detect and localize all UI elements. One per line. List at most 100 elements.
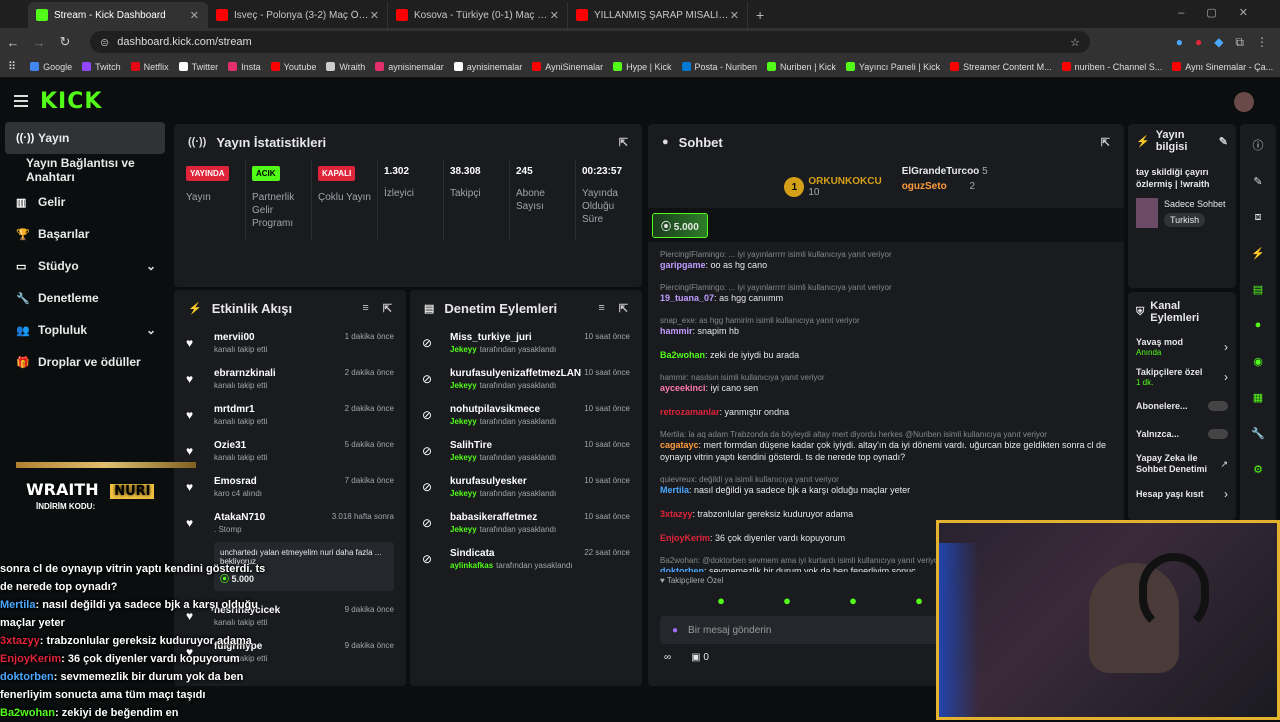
channel-action-item[interactable]: Hesap yaşı kısıt › bbox=[1128, 480, 1236, 508]
sidebar-item[interactable]: 👥 Topluluk ⌄ bbox=[0, 314, 170, 346]
toggle-switch[interactable] bbox=[1208, 429, 1228, 439]
activity-user[interactable]: Ozie31 bbox=[214, 440, 246, 451]
banned-user[interactable]: kurufasulyesker bbox=[450, 476, 527, 487]
chat-username[interactable]: 3xtazyy bbox=[660, 509, 693, 519]
chat-username[interactable]: retrozamanlar bbox=[660, 407, 720, 417]
tab-close-icon[interactable]: ✕ bbox=[550, 9, 559, 22]
sidebar-item[interactable]: ▥ Gelir bbox=[0, 186, 170, 218]
popout-icon[interactable]: ⇱ bbox=[383, 302, 392, 315]
new-tab-icon[interactable]: + bbox=[756, 7, 764, 23]
chevron-right-icon[interactable]: › bbox=[1224, 370, 1228, 384]
sidebar-item[interactable]: 🏆 Başarılar bbox=[0, 218, 170, 250]
tab-close-icon[interactable]: ✕ bbox=[730, 9, 739, 22]
banned-user[interactable]: babasikeraffetmez bbox=[450, 512, 537, 523]
chat-message[interactable]: snap_exe: as hgg hamirim isimli kullanıc… bbox=[648, 308, 1124, 341]
banned-user[interactable]: kurufasulyenizaffetmezLAN bbox=[450, 368, 581, 379]
mic-icon[interactable]: ● bbox=[672, 625, 678, 636]
extension-icon[interactable]: ◆ bbox=[1214, 35, 1223, 50]
banned-user[interactable]: SalihTire bbox=[450, 440, 492, 451]
channel-action-item[interactable]: Yalnızca... bbox=[1128, 420, 1236, 448]
bookmark-item[interactable]: Google bbox=[30, 62, 72, 72]
moderator-name[interactable]: Jekeyy bbox=[450, 417, 477, 426]
site-info-icon[interactable]: ⊜ bbox=[100, 36, 109, 49]
puzzle-icon[interactable]: ⧉ bbox=[1235, 35, 1244, 50]
activity-user[interactable]: Emosrad bbox=[214, 476, 257, 487]
bookmark-item[interactable]: Twitter bbox=[178, 62, 218, 72]
activity-user[interactable]: ebrarnzkinali bbox=[214, 368, 276, 379]
edit-icon[interactable]: ✎ bbox=[1240, 166, 1276, 196]
banned-user[interactable]: Miss_turkiye_juri bbox=[450, 332, 532, 343]
window-controls[interactable]: –▢✕ bbox=[1178, 6, 1270, 19]
emote-icon[interactable]: ● bbox=[783, 593, 791, 608]
bookmark-item[interactable]: AyniSinemalar bbox=[532, 62, 603, 72]
moderator-name[interactable]: Jekeyy bbox=[450, 345, 477, 354]
bookmark-item[interactable]: Wraith bbox=[326, 62, 365, 72]
chat-username[interactable]: 19_tuana_07 bbox=[660, 293, 714, 303]
chat-username[interactable]: Mertila bbox=[660, 485, 689, 495]
activity-user[interactable]: mervii00 bbox=[214, 332, 255, 343]
bookmark-item[interactable]: aynisinemalar bbox=[375, 62, 444, 72]
extension-icon[interactable]: ● bbox=[1176, 35, 1183, 50]
bookmark-item[interactable]: Hype | Kick bbox=[613, 62, 672, 72]
bookmark-item[interactable]: Yayıncı Paneli | Kick bbox=[845, 62, 940, 72]
hamburger-menu-icon[interactable] bbox=[14, 92, 28, 110]
document-icon[interactable]: ▤ bbox=[1240, 274, 1276, 304]
activity-user[interactable]: mrtdmr1 bbox=[214, 404, 255, 415]
banned-user[interactable]: nohutpilavsikmece bbox=[450, 404, 540, 415]
menu-dots-icon[interactable]: ⋮ bbox=[1256, 35, 1268, 50]
chevron-right-icon[interactable]: › bbox=[1224, 487, 1228, 501]
forward-icon[interactable]: → bbox=[26, 35, 52, 50]
screenshot-icon[interactable]: ⧈ bbox=[1240, 202, 1276, 232]
edit-icon[interactable]: ✎ bbox=[1219, 135, 1228, 148]
reload-icon[interactable]: ↻ bbox=[52, 34, 78, 50]
settings-icon[interactable]: ⚙ bbox=[1240, 454, 1276, 484]
chevron-down-icon[interactable]: ⌄ bbox=[146, 259, 156, 273]
chat-message[interactable]: hammir: nasılsın isimli kullanıcıya yanı… bbox=[648, 365, 1124, 398]
chat-message[interactable]: retrozamanlar: yanmıştır ondna bbox=[648, 398, 1124, 422]
kick-logo[interactable]: KICK bbox=[40, 89, 102, 114]
bookmark-item[interactable]: Netflix bbox=[130, 62, 169, 72]
apps-grid-icon[interactable]: ⠿ bbox=[8, 60, 16, 73]
bookmark-item[interactable]: Youtube bbox=[270, 62, 316, 72]
user-avatar[interactable] bbox=[1234, 92, 1254, 112]
bookmark-item[interactable]: aynisinemalar bbox=[453, 62, 522, 72]
bookmark-item[interactable]: Streamer Content M... bbox=[950, 62, 1052, 72]
channel-action-item[interactable]: Yapay Zeka ile Sohbet Denetimi ↗ bbox=[1128, 448, 1236, 480]
channel-action-item[interactable]: Abonelere... bbox=[1128, 392, 1236, 420]
channel-action-item[interactable]: Takipçilere özel 1 dk. › bbox=[1128, 362, 1236, 392]
sidebar-item[interactable]: ▭ Stüdyo ⌄ bbox=[0, 250, 170, 282]
popout-icon[interactable]: ⇱ bbox=[619, 302, 628, 315]
chat-username[interactable]: garipgame bbox=[660, 260, 706, 270]
broadcast-icon[interactable]: ◉ bbox=[1240, 346, 1276, 376]
browser-tab[interactable]: Kosova - Türkiye (0-1) Maç Öze ✕ bbox=[388, 2, 568, 28]
language-tag[interactable]: Turkish bbox=[1164, 213, 1206, 227]
banned-user[interactable]: Sindicata bbox=[450, 548, 494, 559]
chat-username[interactable]: EnjoyKerim bbox=[660, 533, 710, 543]
browser-tab[interactable]: İsveç - Polonya (3-2) Maç Özeti ✕ bbox=[208, 2, 388, 28]
tab-close-icon[interactable]: ✕ bbox=[190, 9, 199, 22]
url-field[interactable]: ⊜ dashboard.kick.com/stream ☆ bbox=[90, 31, 1090, 53]
tab-close-icon[interactable]: ✕ bbox=[370, 9, 379, 22]
bookmark-item[interactable]: Posta - Nuriben bbox=[681, 62, 757, 72]
moderator-name[interactable]: Jekeyy bbox=[450, 489, 477, 498]
back-icon[interactable]: ← bbox=[0, 35, 26, 50]
chat-username[interactable]: cagatayc bbox=[660, 440, 699, 450]
moderator-name[interactable]: aylinkafkas bbox=[450, 561, 493, 570]
infinity-icon[interactable]: ∞ bbox=[664, 652, 671, 663]
moderator-name[interactable]: Jekeyy bbox=[450, 453, 477, 462]
chat-message[interactable]: quievreux: değildi ya isimli kullanıcıya… bbox=[648, 467, 1124, 500]
bookmark-item[interactable]: Aynı Sinemalar - Ça... bbox=[1172, 62, 1273, 72]
wrench-icon[interactable]: 🔧 bbox=[1240, 418, 1276, 448]
popout-icon[interactable]: ⇱ bbox=[619, 136, 628, 149]
sidebar-item[interactable]: 🎁 Droplar ve ödüller bbox=[0, 346, 170, 378]
chat-message[interactable]: Mertila: la aq adam Trabzonda da böyleyd… bbox=[648, 422, 1124, 467]
filter-icon[interactable]: ≡ bbox=[598, 302, 604, 315]
emote-icon[interactable]: ● bbox=[717, 593, 725, 608]
chat-message[interactable]: PiercingIFlamingo: ... iyi yayınlarrrrr … bbox=[648, 275, 1124, 308]
points-icon[interactable]: ▣ 0 bbox=[691, 652, 709, 663]
channel-action-item[interactable]: Yavaş mod Anında › bbox=[1128, 332, 1236, 362]
moderator-name[interactable]: Jekeyy bbox=[450, 381, 477, 390]
sidebar-item[interactable]: ((·)) Yayın bbox=[5, 122, 165, 154]
popout-icon[interactable]: ⇱ bbox=[1101, 136, 1110, 149]
external-link-icon[interactable]: ↗ bbox=[1220, 459, 1228, 470]
